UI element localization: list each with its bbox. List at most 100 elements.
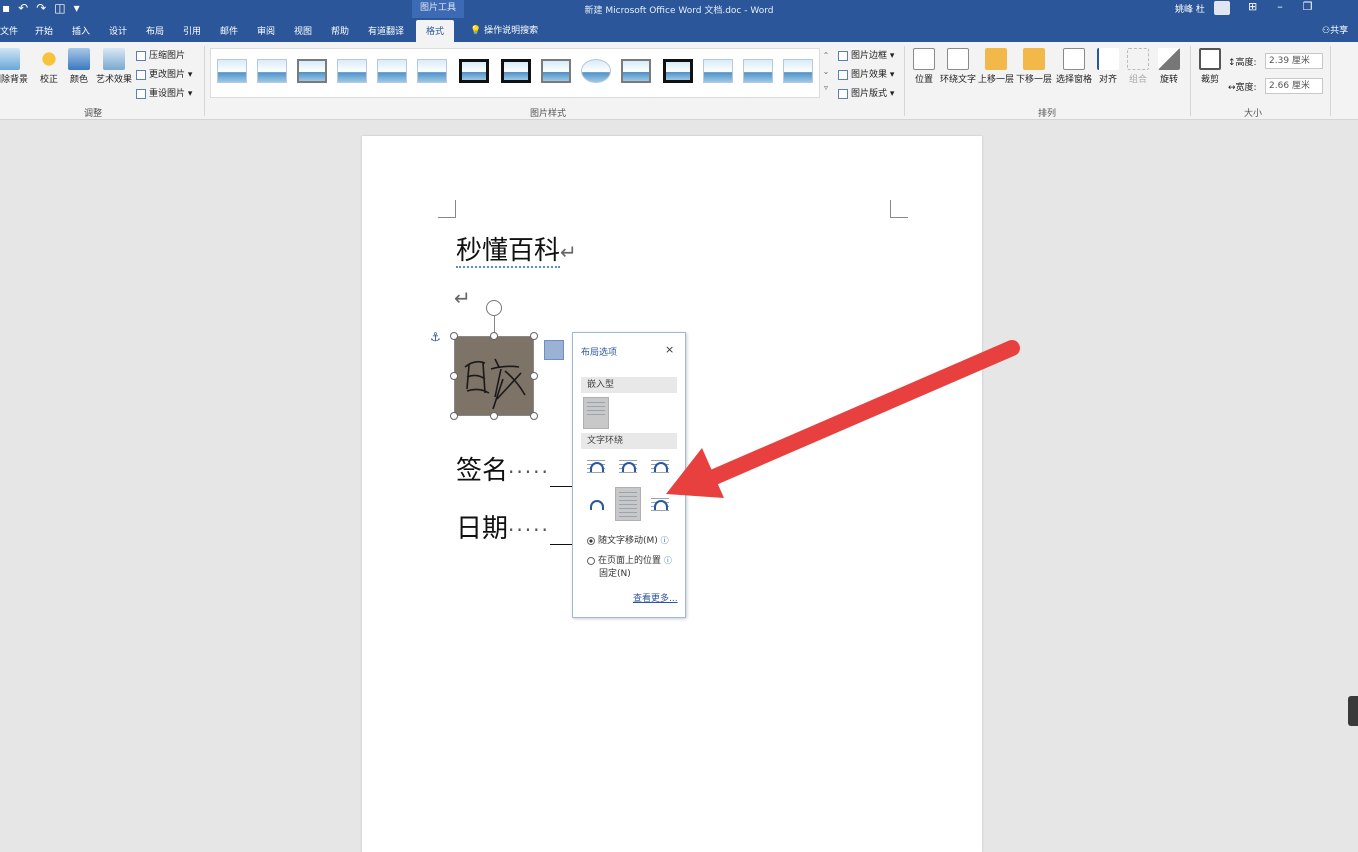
doc-line-title[interactable]: 秒懂百科↵ bbox=[456, 230, 577, 268]
tab-format[interactable]: 格式 bbox=[416, 20, 455, 42]
crop-button[interactable]: 裁剪 bbox=[1196, 48, 1224, 85]
wrap-option-inline[interactable] bbox=[583, 397, 609, 429]
color-button[interactable]: 颜色 bbox=[66, 48, 92, 85]
group-icon bbox=[1127, 48, 1149, 70]
tab-help[interactable]: 帮助 bbox=[331, 24, 349, 37]
wrap-option-through[interactable] bbox=[647, 455, 673, 477]
title-bar: ▪↶↷◫▾ 图片工具 新建 Microsoft Office Word 文档.d… bbox=[0, 0, 1358, 18]
window-title: 新建 Microsoft Office Word 文档.doc - Word bbox=[584, 6, 774, 16]
compress-icon bbox=[136, 50, 146, 61]
width-field[interactable]: 2.66 厘米 bbox=[1265, 78, 1323, 94]
picture-style-6[interactable] bbox=[417, 59, 447, 83]
remove-background-button[interactable]: 删除背景 bbox=[0, 48, 28, 85]
side-panel-tab[interactable] bbox=[1348, 696, 1358, 726]
tab-layout[interactable]: 布局 bbox=[146, 24, 164, 37]
wrap-option-tight[interactable] bbox=[615, 455, 641, 477]
user-name[interactable]: 姚峰 杜 bbox=[1175, 2, 1205, 15]
reset-picture-icon bbox=[136, 88, 146, 99]
window-controls[interactable]: ⊞–❐ bbox=[1248, 0, 1333, 13]
rotate-button[interactable]: 旋转 bbox=[1156, 48, 1182, 85]
move-with-text-radio[interactable]: 随文字移动(M) ⓘ bbox=[587, 533, 669, 546]
picture-style-11[interactable] bbox=[621, 59, 651, 83]
signature-strokes bbox=[464, 358, 526, 410]
resize-handle-se[interactable] bbox=[530, 412, 538, 420]
wrap-through-icon bbox=[654, 462, 668, 472]
ribbon-display-icon[interactable]: ⊞ bbox=[1248, 0, 1277, 13]
picture-style-1[interactable] bbox=[217, 59, 247, 83]
tab-youdao[interactable]: 有道翻译 bbox=[368, 24, 404, 37]
picture-style-3[interactable] bbox=[297, 59, 327, 83]
tab-home[interactable]: 开始 bbox=[35, 24, 53, 37]
resize-handle-s[interactable] bbox=[490, 412, 498, 420]
reset-picture-button[interactable]: 重设图片 ▾ bbox=[136, 86, 192, 99]
resize-handle-w[interactable] bbox=[450, 372, 458, 380]
compress-pictures-button[interactable]: 压缩图片 bbox=[136, 48, 185, 61]
artistic-effects-button[interactable]: 艺术效果 bbox=[96, 48, 132, 85]
change-picture-button[interactable]: 更改图片 ▾ bbox=[136, 67, 192, 80]
tell-me-search[interactable]: 💡 操作说明搜索 bbox=[470, 23, 538, 36]
picture-border-button[interactable]: 图片边框 ▾ bbox=[838, 48, 894, 61]
picture-style-13[interactable] bbox=[703, 59, 733, 83]
group-label-picture-styles: 图片样式 bbox=[530, 109, 567, 119]
share-button[interactable]: ⚇共享 bbox=[1322, 23, 1348, 36]
rotate-handle[interactable] bbox=[486, 300, 502, 316]
corrections-button[interactable]: 校正 bbox=[36, 48, 62, 85]
wrap-option-square[interactable] bbox=[583, 455, 609, 477]
align-button[interactable]: 对齐 bbox=[1096, 48, 1120, 85]
avatar[interactable] bbox=[1214, 1, 1230, 15]
resize-handle-nw[interactable] bbox=[450, 332, 458, 340]
chevron-down-icon[interactable]: ⌄ bbox=[820, 64, 832, 80]
resize-handle-ne[interactable] bbox=[530, 332, 538, 340]
see-more-link[interactable]: 查看更多... bbox=[633, 591, 678, 604]
wrap-option-in-front[interactable] bbox=[647, 493, 673, 515]
picture-layout-button[interactable]: 图片版式 ▾ bbox=[838, 86, 894, 99]
send-backward-button[interactable]: 下移一层 bbox=[1016, 48, 1052, 85]
picture-style-8[interactable] bbox=[501, 59, 531, 83]
wrap-top-bottom-icon bbox=[590, 500, 604, 510]
position-button[interactable]: 位置 bbox=[910, 48, 938, 85]
tab-insert[interactable]: 插入 bbox=[72, 24, 90, 37]
tab-mailings[interactable]: 邮件 bbox=[220, 24, 238, 37]
close-icon[interactable]: × bbox=[665, 343, 674, 356]
compress-label: 压缩图片 bbox=[149, 51, 186, 61]
move-with-text-label: 随文字移动(M) bbox=[598, 536, 658, 546]
wrap-option-behind-text[interactable] bbox=[615, 487, 641, 521]
group-button[interactable]: 组合 bbox=[1126, 48, 1150, 85]
fix-position-radio[interactable]: 在页面上的位置 ⓘ bbox=[587, 553, 672, 566]
gallery-scroll[interactable]: ⌃ ⌄ ▿ bbox=[820, 48, 832, 98]
resize-handle-e[interactable] bbox=[530, 372, 538, 380]
picture-effects-button[interactable]: 图片效果 ▾ bbox=[838, 67, 894, 80]
picture-style-15[interactable] bbox=[783, 59, 813, 83]
width-label-text: 宽度: bbox=[1235, 83, 1257, 93]
separator bbox=[904, 46, 905, 116]
gallery-more-icon[interactable]: ▿ bbox=[820, 80, 832, 96]
minimize-icon[interactable]: – bbox=[1277, 0, 1303, 13]
tab-view[interactable]: 视图 bbox=[294, 24, 312, 37]
restore-icon[interactable]: ❐ bbox=[1303, 0, 1333, 13]
fix-position-label-line2: 固定(N) bbox=[599, 569, 631, 579]
bring-forward-button[interactable]: 上移一层 bbox=[978, 48, 1014, 85]
picture-style-2[interactable] bbox=[257, 59, 287, 83]
resize-handle-n[interactable] bbox=[490, 332, 498, 340]
picture-style-4[interactable] bbox=[337, 59, 367, 83]
picture-style-7[interactable] bbox=[459, 59, 489, 83]
tab-review[interactable]: 审阅 bbox=[257, 24, 275, 37]
picture-style-12[interactable] bbox=[663, 59, 693, 83]
picture-style-10[interactable] bbox=[581, 59, 611, 83]
tab-file[interactable]: 文件 bbox=[0, 24, 18, 37]
height-field[interactable]: 2.39 厘米 bbox=[1265, 53, 1323, 69]
tab-design[interactable]: 设计 bbox=[109, 24, 127, 37]
picture-style-14[interactable] bbox=[743, 59, 773, 83]
picture-effects-label: 图片效果 bbox=[851, 70, 888, 80]
selection-pane-button[interactable]: 选择窗格 bbox=[1054, 48, 1094, 85]
tab-references[interactable]: 引用 bbox=[183, 24, 201, 37]
picture-style-9[interactable] bbox=[541, 59, 571, 83]
picture-style-5[interactable] bbox=[377, 59, 407, 83]
layout-options-button[interactable] bbox=[544, 340, 564, 360]
chevron-up-icon[interactable]: ⌃ bbox=[820, 48, 832, 64]
resize-handle-sw[interactable] bbox=[450, 412, 458, 420]
signature-image[interactable] bbox=[450, 332, 538, 420]
wrap-option-top-bottom[interactable] bbox=[583, 493, 609, 515]
wrap-text-button[interactable]: 环绕文字 bbox=[940, 48, 976, 85]
align-icon bbox=[1097, 48, 1119, 70]
